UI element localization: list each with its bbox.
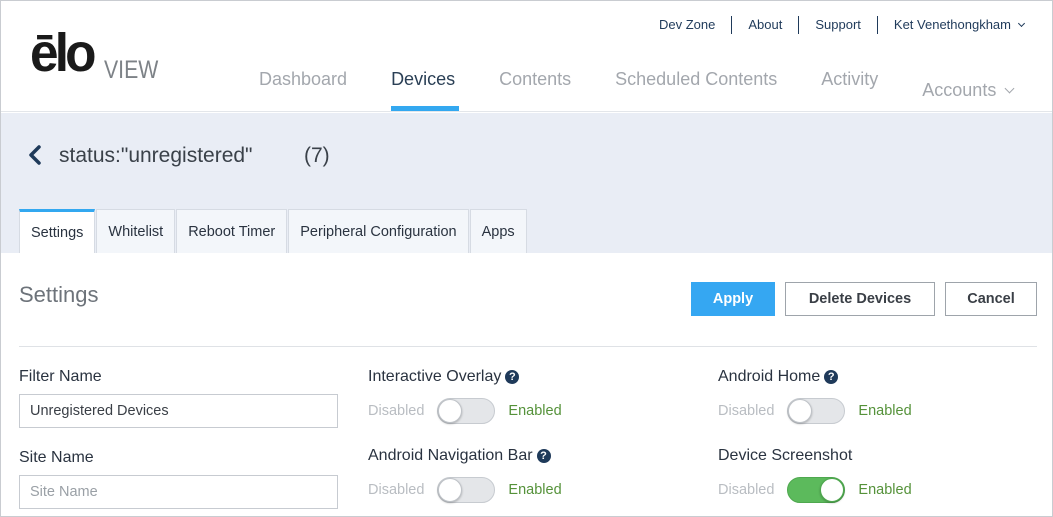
- toggle-enabled-text: Enabled: [508, 403, 562, 419]
- toggle-disabled-text: Disabled: [368, 403, 425, 419]
- app-window: ēlo VIEW Dev Zone About Support Ket Vene…: [0, 0, 1053, 517]
- filter-title: status:"unregistered": [59, 144, 253, 167]
- interactive-overlay-switch[interactable]: [437, 398, 496, 424]
- apply-button[interactable]: Apply: [691, 282, 775, 316]
- nav-accounts-label: Accounts: [922, 80, 997, 100]
- section-divider: [19, 346, 1037, 347]
- nav-contents[interactable]: Contents: [477, 59, 593, 112]
- elo-view-logo[interactable]: ēlo VIEW: [30, 25, 160, 85]
- android-home-toggle-row: Disabled Enabled: [718, 398, 912, 424]
- nav-accounts[interactable]: Accounts: [900, 59, 1035, 112]
- android-home-label: Android Home ?: [718, 368, 839, 386]
- tab-peripheral-configuration[interactable]: Peripheral Configuration: [288, 209, 469, 253]
- nav-scheduled-contents[interactable]: Scheduled Contents: [593, 59, 799, 112]
- question-circle-icon[interactable]: ?: [505, 370, 520, 384]
- question-circle-icon[interactable]: ?: [824, 370, 839, 384]
- logo-sub-text: VIEW: [104, 56, 159, 84]
- utility-nav: Dev Zone About Support Ket Venethongkham: [643, 15, 1026, 35]
- switch-knob: [438, 399, 463, 423]
- section-title: Settings: [19, 282, 99, 307]
- nav-dashboard[interactable]: Dashboard: [237, 59, 369, 112]
- switch-knob: [820, 478, 845, 502]
- android-navigation-bar-switch[interactable]: [437, 477, 496, 503]
- nav-activity[interactable]: Activity: [799, 59, 900, 112]
- tab-settings[interactable]: Settings: [19, 209, 96, 253]
- user-menu[interactable]: Ket Venethongkham: [876, 16, 1026, 34]
- user-name: Ket Venethongkham: [893, 17, 1011, 32]
- android-navigation-bar-label: Android Navigation Bar ?: [368, 447, 551, 465]
- tab-apps[interactable]: Apps: [469, 209, 527, 253]
- chevron-down-icon: [1017, 19, 1026, 28]
- filter-name-input[interactable]: [19, 394, 338, 428]
- main-nav: Dashboard Devices Contents Scheduled Con…: [237, 59, 1035, 112]
- switch-knob: [438, 478, 463, 502]
- toggle-disabled-text: Disabled: [718, 482, 775, 498]
- site-name-input[interactable]: [19, 475, 338, 509]
- interactive-overlay-label: Interactive Overlay ?: [368, 368, 520, 386]
- interactive-overlay-toggle-row: Disabled Enabled: [368, 398, 562, 424]
- switch-knob: [788, 399, 813, 423]
- nav-devices[interactable]: Devices: [369, 59, 477, 112]
- interactive-overlay-label-text: Interactive Overlay: [368, 368, 502, 385]
- android-navigation-bar-toggle-row: Disabled Enabled: [368, 477, 562, 503]
- chevron-left-icon[interactable]: [27, 145, 43, 165]
- device-screenshot-toggle-row: Disabled Enabled: [718, 477, 912, 503]
- utility-link-dev-zone[interactable]: Dev Zone: [643, 16, 731, 34]
- chevron-down-icon: [1004, 83, 1015, 93]
- tab-whitelist[interactable]: Whitelist: [96, 209, 176, 253]
- settings-tabs: Settings Whitelist Reboot Timer Peripher…: [19, 209, 528, 253]
- filter-device-count: (7): [304, 144, 330, 167]
- device-screenshot-switch[interactable]: [787, 477, 846, 503]
- device-screenshot-label-text: Device Screenshot: [718, 447, 853, 464]
- android-navigation-bar-label-text: Android Navigation Bar: [368, 447, 533, 464]
- top-header: ēlo VIEW Dev Zone About Support Ket Vene…: [1, 1, 1052, 112]
- delete-devices-button[interactable]: Delete Devices: [785, 282, 935, 316]
- question-circle-icon[interactable]: ?: [536, 449, 551, 463]
- active-nav-indicator: [391, 106, 459, 111]
- toggle-enabled-text: Enabled: [508, 482, 562, 498]
- site-name-label: Site Name: [19, 449, 94, 466]
- device-screenshot-label: Device Screenshot: [718, 447, 852, 465]
- android-home-label-text: Android Home: [718, 368, 821, 385]
- toggle-disabled-text: Disabled: [368, 482, 425, 498]
- logo-main-text: ēlo: [30, 23, 97, 83]
- toggle-enabled-text: Enabled: [858, 403, 912, 419]
- toggle-disabled-text: Disabled: [718, 403, 775, 419]
- filter-name-label: Filter Name: [19, 368, 102, 385]
- utility-link-about[interactable]: About: [731, 16, 798, 34]
- utility-link-support[interactable]: Support: [798, 16, 877, 34]
- android-home-switch[interactable]: [787, 398, 846, 424]
- toggle-enabled-text: Enabled: [858, 482, 912, 498]
- cancel-button[interactable]: Cancel: [945, 282, 1037, 316]
- tab-reboot-timer[interactable]: Reboot Timer: [176, 209, 288, 253]
